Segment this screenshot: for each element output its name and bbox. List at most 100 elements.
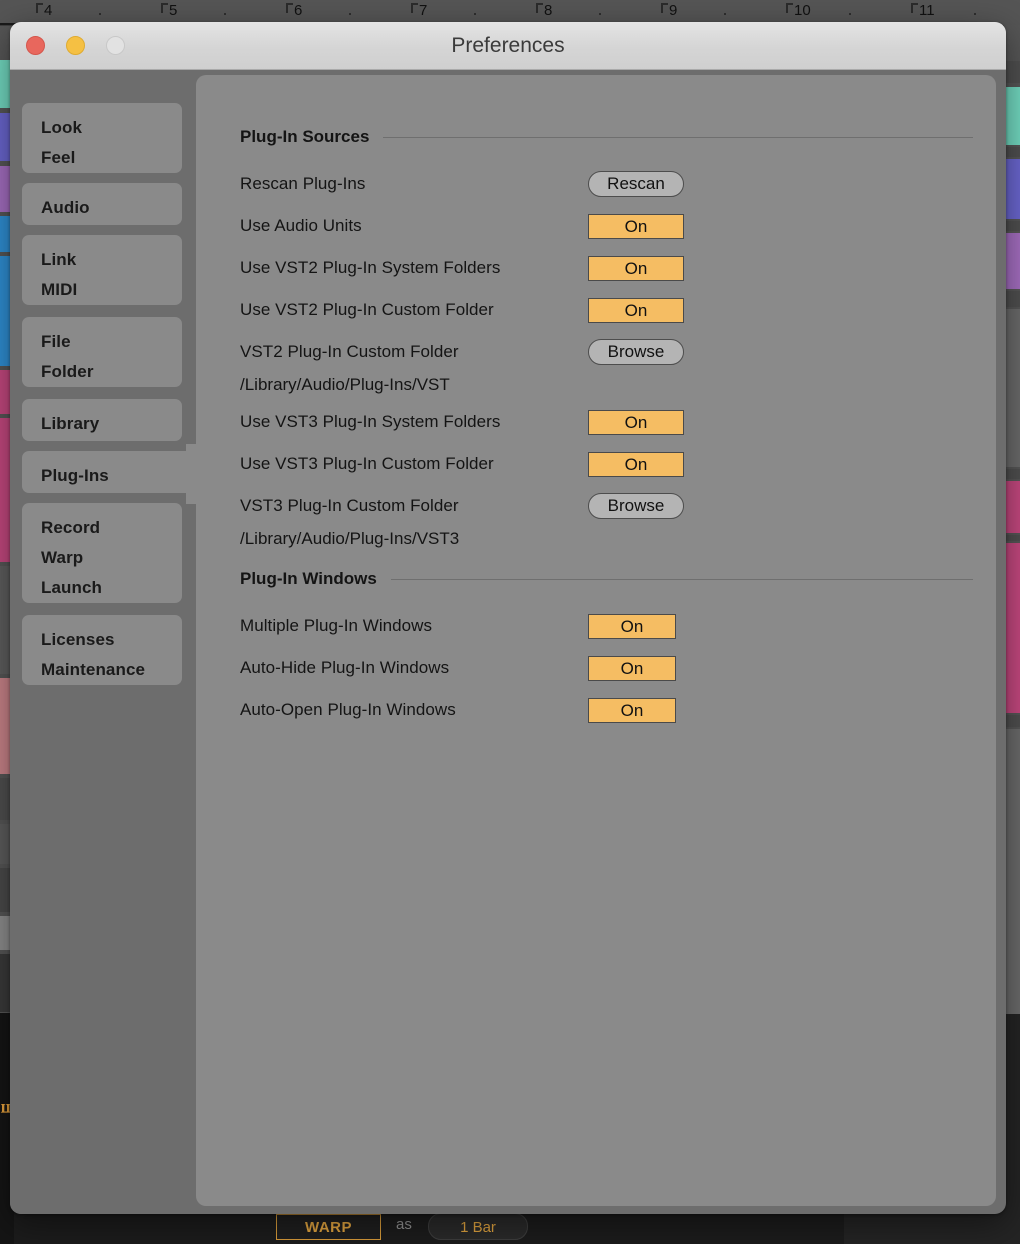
sidebar-item-look[interactable]: Look bbox=[41, 113, 182, 143]
selected-tab-joint bbox=[186, 444, 208, 504]
section-title: Plug-In Windows bbox=[240, 569, 377, 588]
toggle-multiple-plug-in-windows[interactable]: On bbox=[588, 614, 676, 639]
track-color-strip[interactable] bbox=[1004, 309, 1020, 467]
ruler-tick bbox=[661, 3, 668, 13]
track-color-strip[interactable] bbox=[1004, 535, 1020, 541]
toggle-use-audio-units[interactable]: On bbox=[588, 214, 684, 239]
ruler-tick bbox=[536, 3, 543, 13]
toggle-auto-hide-plug-in-windows[interactable]: On bbox=[588, 656, 676, 681]
browse-button-vst3-custom-folder[interactable]: Browse bbox=[588, 493, 684, 519]
track-color-strip[interactable] bbox=[1004, 221, 1020, 231]
window-title-bar[interactable]: Preferences bbox=[10, 22, 1006, 70]
preferences-window: Preferences Look Feel Audio Link MIDI File Fol… bbox=[10, 22, 1006, 1214]
toggle-use-vst3-custom-folder[interactable]: On bbox=[588, 452, 684, 477]
sidebar-item-link[interactable]: Link bbox=[41, 245, 182, 275]
ruler-bar-number: 7 bbox=[419, 2, 428, 19]
ruler-tick bbox=[36, 3, 43, 13]
preference-label: Multiple Plug-In Windows bbox=[240, 616, 433, 635]
toggle-use-vst2-custom-folder[interactable]: On bbox=[588, 298, 684, 323]
track-color-strip[interactable] bbox=[1004, 159, 1020, 219]
sidebar-item-audio[interactable]: Audio bbox=[41, 193, 182, 223]
preference-label: Use Audio Units bbox=[240, 216, 362, 235]
ruler-tick bbox=[286, 3, 293, 13]
preference-label: Use VST2 Plug-In System Folders bbox=[240, 258, 501, 277]
ruler-subdivision-dot bbox=[349, 13, 351, 15]
sidebar-group-file-folder[interactable]: File Folder bbox=[22, 317, 182, 387]
sidebar-item-record[interactable]: Record bbox=[41, 513, 182, 543]
sidebar-item-warp[interactable]: Warp bbox=[41, 543, 182, 573]
sidebar-group-look-feel[interactable]: Look Feel bbox=[22, 103, 182, 173]
preference-row-use-vst2-system-folders: Use VST2 Plug-In System Folders On bbox=[240, 253, 980, 283]
preference-label: Use VST3 Plug-In System Folders bbox=[240, 412, 501, 431]
ruler-bar-number: 6 bbox=[294, 2, 303, 19]
rescan-button-rescan-plug-ins[interactable]: Rescan bbox=[588, 171, 684, 197]
sidebar-group-record-warp-launch[interactable]: Record Warp Launch bbox=[22, 503, 182, 603]
section-header-plug-in-sources: Plug-In Sources bbox=[240, 125, 973, 149]
sidebar-group-audio[interactable]: Audio bbox=[22, 183, 182, 225]
toggle-use-vst2-system-folders[interactable]: On bbox=[588, 256, 684, 281]
sidebar-item-midi[interactable]: MIDI bbox=[41, 275, 182, 305]
preference-path-vst3-custom-folder: /Library/Audio/Plug-Ins/VST3 bbox=[240, 529, 460, 548]
preference-row-use-vst3-system-folders: Use VST3 Plug-In System Folders On bbox=[240, 407, 980, 437]
sidebar-item-folder[interactable]: Folder bbox=[41, 357, 182, 387]
window-title: Preferences bbox=[451, 34, 565, 57]
preference-label: Auto-Hide Plug-In Windows bbox=[240, 658, 450, 677]
preference-label: Rescan Plug-Ins bbox=[240, 174, 366, 193]
sidebar-group-plug-ins[interactable]: Plug-Ins bbox=[22, 451, 196, 493]
preference-row-vst3-custom-folder: VST3 Plug-In Custom Folder Browse bbox=[240, 491, 980, 521]
track-color-strip[interactable] bbox=[1004, 87, 1020, 145]
preference-row-auto-open-plug-in-windows: Auto-Open Plug-In Windows On bbox=[240, 695, 980, 725]
section-title: Plug-In Sources bbox=[240, 127, 370, 146]
preference-label: Use VST2 Plug-In Custom Folder bbox=[240, 300, 494, 319]
section-divider bbox=[390, 578, 973, 580]
sidebar-item-maintenance[interactable]: Maintenance bbox=[41, 655, 182, 685]
preference-label: VST2 Plug-In Custom Folder bbox=[240, 342, 459, 361]
track-color-strip[interactable] bbox=[1004, 291, 1020, 307]
preference-row-use-vst2-custom-folder: Use VST2 Plug-In Custom Folder On bbox=[240, 295, 980, 325]
track-color-strip[interactable] bbox=[1004, 147, 1020, 157]
ruler-tick bbox=[161, 3, 168, 13]
section-header-plug-in-windows: Plug-In Windows bbox=[240, 567, 973, 591]
preference-row-use-vst3-custom-folder: Use VST3 Plug-In Custom Folder On bbox=[240, 449, 980, 479]
ruler-subdivision-dot bbox=[99, 13, 101, 15]
track-color-strip[interactable] bbox=[1004, 715, 1020, 727]
sidebar-item-licenses[interactable]: Licenses bbox=[41, 625, 182, 655]
sidebar-group-link-midi[interactable]: Link MIDI bbox=[22, 235, 182, 305]
toggle-use-vst3-system-folders[interactable]: On bbox=[588, 410, 684, 435]
right-track-color-strips bbox=[1004, 25, 1020, 1129]
preference-row-use-audio-units: Use Audio Units On bbox=[240, 211, 980, 241]
track-color-strip[interactable] bbox=[1004, 61, 1020, 83]
ruler-subdivision-dot bbox=[599, 13, 601, 15]
track-color-strip[interactable] bbox=[1004, 469, 1020, 479]
browse-button-vst2-custom-folder[interactable]: Browse bbox=[588, 339, 684, 365]
toggle-auto-open-plug-in-windows[interactable]: On bbox=[588, 698, 676, 723]
sidebar-group-licenses-maintenance[interactable]: Licenses Maintenance bbox=[22, 615, 182, 685]
warp-button[interactable]: WARP bbox=[276, 1214, 381, 1240]
ruler-subdivision-dot bbox=[974, 13, 976, 15]
track-color-strip[interactable] bbox=[1004, 481, 1020, 533]
sidebar-item-file[interactable]: File bbox=[41, 327, 182, 357]
preference-row-rescan-plug-ins: Rescan Plug-Ins Rescan bbox=[240, 169, 980, 199]
sidebar-item-feel[interactable]: Feel bbox=[41, 143, 182, 173]
ruler-subdivision-dot bbox=[474, 13, 476, 15]
sidebar-item-plug-ins[interactable]: Plug-Ins bbox=[41, 461, 196, 491]
ruler-subdivision-dot bbox=[724, 13, 726, 15]
preferences-sidebar: Look Feel Audio Link MIDI File Folder Library Pl… bbox=[10, 70, 206, 1214]
ruler-bar-number: 5 bbox=[169, 2, 178, 19]
ruler-bar-number: 10 bbox=[794, 2, 811, 19]
warp-bars-dropdown[interactable]: 1 Bar bbox=[428, 1213, 528, 1240]
ruler-tick bbox=[911, 3, 918, 13]
ruler-subdivision-dot bbox=[849, 13, 851, 15]
track-color-strip[interactable] bbox=[1004, 233, 1020, 289]
sidebar-item-library[interactable]: Library bbox=[41, 409, 182, 439]
ruler-tick bbox=[786, 3, 793, 13]
sidebar-group-library[interactable]: Library bbox=[22, 399, 182, 441]
preference-row-multiple-plug-in-windows: Multiple Plug-In Windows On bbox=[240, 611, 980, 641]
sidebar-item-launch[interactable]: Launch bbox=[41, 573, 182, 603]
ruler-bar-number: 11 bbox=[919, 2, 935, 19]
preference-row-auto-hide-plug-in-windows: Auto-Hide Plug-In Windows On bbox=[240, 653, 980, 683]
preference-label: Auto-Open Plug-In Windows bbox=[240, 700, 456, 719]
track-color-strip[interactable] bbox=[1004, 543, 1020, 713]
warp-as-label: as bbox=[396, 1216, 412, 1233]
preference-path-vst2-custom-folder: /Library/Audio/Plug-Ins/VST bbox=[240, 375, 450, 394]
